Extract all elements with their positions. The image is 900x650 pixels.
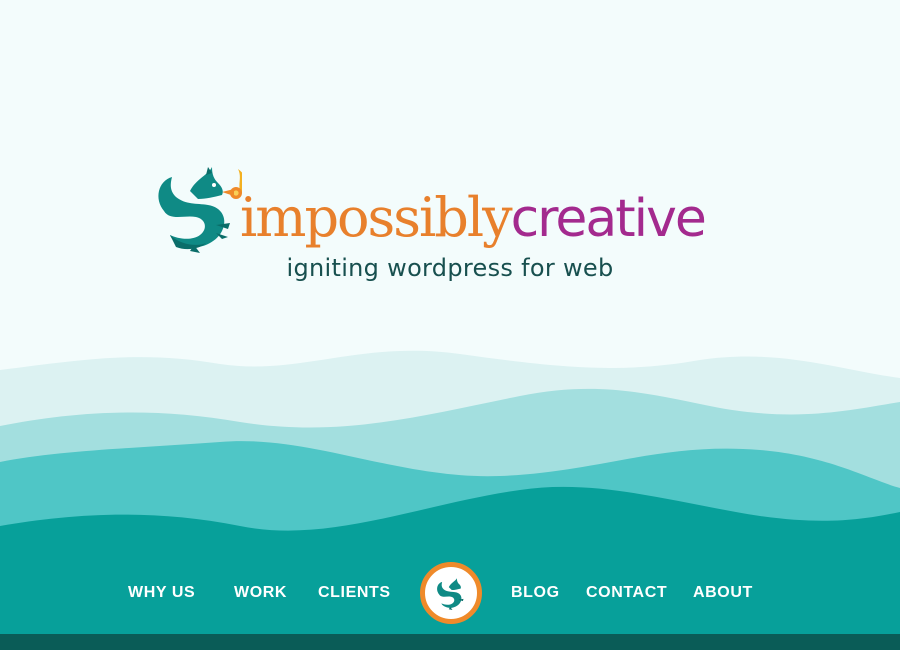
nav-item-why-us[interactable]: WHY US: [128, 584, 195, 602]
brand-logo[interactable]: impossibly creative: [150, 158, 760, 253]
nav-item-clients[interactable]: CLIENTS: [318, 584, 391, 602]
nav-item-work[interactable]: WORK: [234, 584, 287, 602]
nav-item-contact[interactable]: CONTACT: [586, 584, 667, 602]
hero: impossibly creative igniting wordpress f…: [0, 0, 900, 650]
bottom-bar: [0, 634, 900, 650]
nav-item-about[interactable]: ABOUT: [693, 584, 753, 602]
main-nav: WHY US WORK CLIENTS BLOG CONTACT ABOUT: [0, 562, 900, 626]
home-logo-button[interactable]: [420, 562, 482, 624]
wordmark-creative: creative: [510, 189, 707, 249]
nav-item-blog[interactable]: BLOG: [511, 584, 560, 602]
dragon-icon: [437, 578, 464, 610]
wordmark: impossibly creative: [240, 186, 707, 249]
wordmark-impossibly: impossibly: [240, 186, 513, 249]
dragon-icon: [158, 167, 242, 253]
tagline: igniting wordpress for web: [286, 254, 614, 282]
